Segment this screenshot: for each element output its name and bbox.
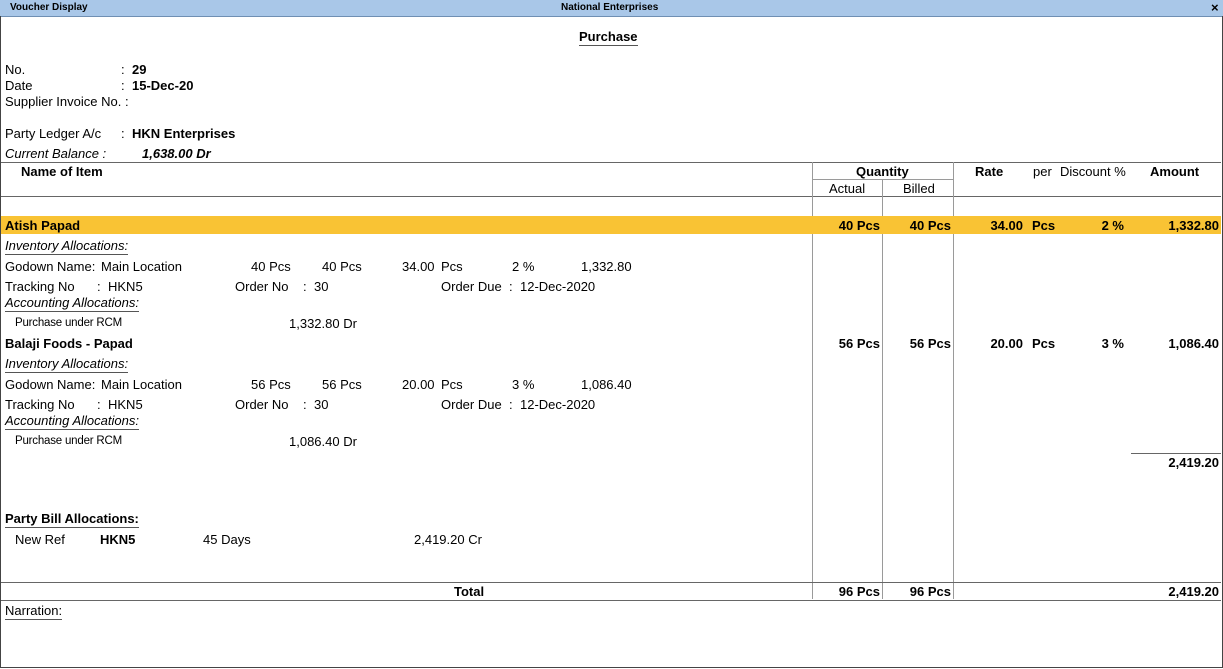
- order-due-colon: :: [509, 397, 513, 412]
- item-discount: 3 %: [1101, 336, 1124, 351]
- ledger-name[interactable]: Purchase under RCM: [15, 435, 122, 447]
- item-rate: 20.00: [990, 336, 1023, 351]
- ledger-name[interactable]: Purchase under RCM: [15, 317, 122, 329]
- current-balance-label: Current Balance :: [5, 146, 107, 161]
- godown-amount: 1,332.80: [581, 259, 632, 274]
- tracking-label: Tracking No: [5, 397, 75, 412]
- item-rate: 34.00: [990, 218, 1023, 233]
- item-billed-qty: 40 Pcs: [909, 218, 951, 233]
- supplier-invoice-label: Supplier Invoice No. :: [5, 94, 129, 109]
- col-actual: Actual: [829, 181, 866, 196]
- ledger-amount: 1,332.80 Dr: [289, 316, 357, 331]
- tracking-no: HKN5: [108, 279, 143, 294]
- item-amount: 1,086.40: [1168, 336, 1219, 351]
- total-top-border: [1, 582, 1221, 583]
- col-rate: Rate: [975, 164, 1004, 179]
- voucher-no-colon: :: [121, 62, 125, 77]
- col-per: per: [1033, 164, 1052, 179]
- col-quantity: Quantity: [856, 164, 909, 179]
- accounting-allocations-label: Accounting Allocations:: [5, 413, 139, 430]
- total-label: Total: [454, 584, 485, 599]
- godown-amount: 1,086.40: [581, 377, 632, 392]
- godown-actual-qty: 40 Pcs: [251, 259, 291, 274]
- tracking-no: HKN5: [108, 397, 143, 412]
- party-bill-allocations-label: Party Bill Allocations:: [5, 511, 139, 528]
- close-icon[interactable]: ×: [1211, 0, 1219, 15]
- bill-type[interactable]: New Ref: [15, 532, 65, 547]
- bill-amount: 2,419.20 Cr: [414, 532, 482, 547]
- tracking-colon: :: [97, 397, 101, 412]
- order-due-colon: :: [509, 279, 513, 294]
- bill-credit-days: 45 Days: [203, 532, 251, 547]
- col-amount: Amount: [1150, 164, 1200, 179]
- party-ledger[interactable]: HKN Enterprises: [132, 126, 235, 141]
- total-actual-qty: 96 Pcs: [838, 584, 880, 599]
- table-header-border: [1, 196, 1221, 197]
- order-due: 12-Dec-2020: [520, 397, 596, 412]
- item-name[interactable]: Atish Papad: [5, 218, 80, 233]
- item-amount: 1,332.80: [1168, 218, 1219, 233]
- order-due: 12-Dec-2020: [520, 279, 596, 294]
- party-ledger-colon: :: [121, 126, 125, 141]
- godown-discount: 2 %: [512, 259, 535, 274]
- item-per: Pcs: [1032, 336, 1056, 351]
- item-billed-qty: 56 Pcs: [909, 336, 951, 351]
- accounting-allocations-label: Accounting Allocations:: [5, 295, 139, 312]
- date-label: Date: [5, 78, 33, 93]
- godown-actual-qty: 56 Pcs: [251, 377, 291, 392]
- voucher-date[interactable]: 15-Dec-20: [132, 78, 193, 93]
- total-bottom-border: [1, 600, 1221, 601]
- godown-billed-qty: 56 Pcs: [322, 377, 362, 392]
- order-due-label: Order Due: [441, 279, 502, 294]
- total-billed-qty: 96 Pcs: [909, 584, 951, 599]
- item-discount: 2 %: [1101, 218, 1124, 233]
- voucher-no[interactable]: 29: [132, 62, 146, 77]
- item-name[interactable]: Balaji Foods - Papad: [5, 336, 133, 351]
- current-balance: 1,638.00 Dr: [142, 146, 211, 161]
- order-no-label: Order No: [235, 279, 289, 294]
- order-no-label: Order No: [235, 397, 289, 412]
- title-bar: Voucher Display National Enterprises ×: [0, 0, 1223, 17]
- item-actual-qty: 56 Pcs: [838, 336, 880, 351]
- inventory-allocations-label: Inventory Allocations:: [5, 238, 129, 255]
- total-amount: 2,419.20: [1168, 584, 1219, 599]
- godown-discount: 3 %: [512, 377, 535, 392]
- order-no: 30: [314, 397, 329, 412]
- narration-label: Narration:: [5, 603, 63, 620]
- tracking-colon: :: [97, 279, 101, 294]
- col-divider-billed: [882, 179, 883, 599]
- col-name-of-item: Name of Item: [21, 164, 103, 179]
- bill-ref[interactable]: HKN5: [100, 532, 135, 547]
- table-top-border: [1, 162, 1221, 163]
- col-billed: Billed: [903, 181, 935, 196]
- godown-per: Pcs: [441, 377, 463, 392]
- voucher-type: Purchase: [579, 29, 638, 46]
- col-discount: Discount %: [1060, 164, 1126, 179]
- order-no-colon: :: [303, 279, 307, 294]
- subtotal-amount: 2,419.20: [1168, 455, 1219, 470]
- order-due-label: Order Due: [441, 397, 502, 412]
- date-colon: :: [121, 78, 125, 93]
- godown-label: Godown Name:: [5, 259, 96, 274]
- godown-per: Pcs: [441, 259, 463, 274]
- inventory-allocations-label: Inventory Allocations:: [5, 356, 129, 373]
- tracking-label: Tracking No: [5, 279, 75, 294]
- order-no: 30: [314, 279, 329, 294]
- godown-name[interactable]: Main Location: [101, 259, 182, 274]
- godown-name[interactable]: Main Location: [101, 377, 182, 392]
- window-title: Voucher Display: [10, 2, 88, 13]
- company-name: National Enterprises: [561, 2, 659, 13]
- godown-rate: 20.00: [402, 377, 435, 392]
- voucher-no-label: No.: [5, 62, 26, 77]
- godown-label: Godown Name:: [5, 377, 96, 392]
- party-ledger-label: Party Ledger A/c: [5, 126, 102, 141]
- subtotal-line: [1131, 453, 1221, 454]
- ledger-amount: 1,086.40 Dr: [289, 434, 357, 449]
- item-actual-qty: 40 Pcs: [838, 218, 880, 233]
- item-per: Pcs: [1032, 218, 1056, 233]
- godown-billed-qty: 40 Pcs: [322, 259, 362, 274]
- order-no-colon: :: [303, 397, 307, 412]
- godown-rate: 34.00: [402, 259, 435, 274]
